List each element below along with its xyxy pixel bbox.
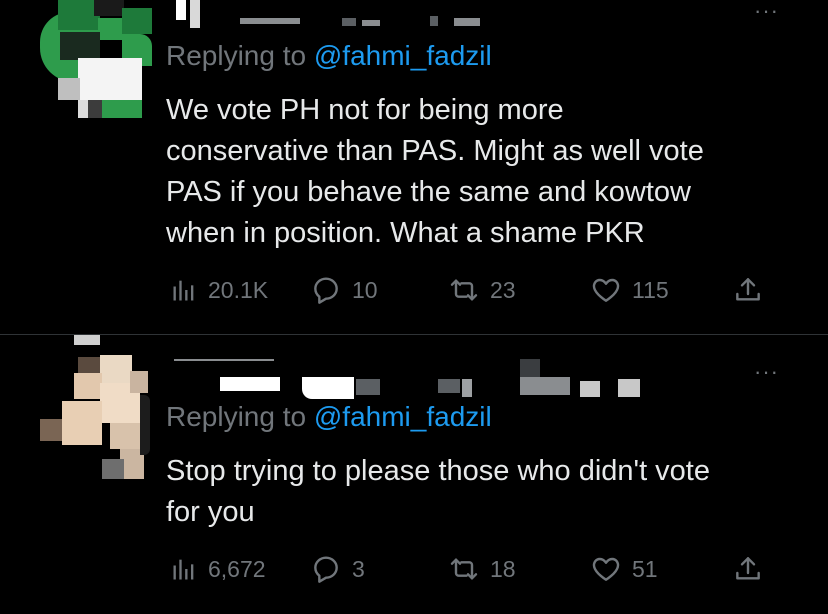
tweet-actions: 20.1K 10 23 115: [166, 270, 786, 310]
share-icon: [736, 557, 760, 580]
share-button[interactable]: [732, 270, 764, 310]
retweet-count: 18: [490, 555, 516, 582]
tweet-text-line: when in position. What a shame PKR: [166, 217, 645, 249]
like-count: 51: [632, 555, 658, 582]
views-icon: [173, 559, 194, 580]
avatar[interactable]: [40, 335, 150, 479]
replying-to: Replying to @fahmi_fadzil: [166, 401, 492, 433]
retweet-count: 23: [490, 276, 516, 303]
tweet-text-line: We vote PH not for being more: [166, 94, 564, 126]
retweet-icon: [450, 558, 478, 580]
tweet-text-line: Stop trying to please those who didn't v…: [166, 455, 710, 487]
views-icon: [173, 280, 194, 301]
avatar[interactable]: [38, 0, 152, 118]
replying-to-handle-link[interactable]: @fahmi_fadzil: [314, 40, 492, 71]
tweet-text: We vote PH not for being more conservati…: [166, 90, 806, 254]
retweet-icon: [450, 279, 478, 301]
like-button[interactable]: 115: [590, 270, 669, 310]
more-options-icon[interactable]: ···: [754, 0, 779, 22]
like-count: 115: [632, 276, 669, 303]
tweet-text-line: for you: [166, 496, 255, 528]
reply-count: 10: [352, 276, 378, 303]
tweet-text-line: conservative than PAS. Might as well vot…: [166, 135, 704, 167]
views-button[interactable]: 20.1K: [170, 270, 268, 310]
reply-bubble-icon: [314, 277, 338, 304]
views-count: 20.1K: [208, 276, 269, 303]
tweet-text: Stop trying to please those who didn't v…: [166, 451, 806, 533]
tweet[interactable]: ··· Replying to @fahmi_fadzil Stop tryin…: [0, 335, 828, 614]
reply-count: 3: [352, 555, 365, 582]
replying-to-label: Replying to: [166, 401, 307, 432]
reply-button[interactable]: 10: [310, 270, 378, 310]
share-button[interactable]: [732, 549, 764, 589]
replying-to: Replying to @fahmi_fadzil: [166, 40, 492, 72]
heart-icon: [592, 278, 620, 302]
replying-to-handle-link[interactable]: @fahmi_fadzil: [314, 401, 492, 432]
reply-button[interactable]: 3: [310, 549, 365, 589]
reply-bubble-icon: [314, 556, 338, 583]
views-button[interactable]: 6,672: [170, 549, 266, 589]
retweet-button[interactable]: 23: [448, 270, 516, 310]
heart-icon: [592, 557, 620, 581]
retweet-button[interactable]: 18: [448, 549, 516, 589]
tweet-actions: 6,672 3 18 51: [166, 549, 786, 589]
author-name-redacted[interactable]: [170, 359, 650, 403]
replying-to-label: Replying to: [166, 40, 307, 71]
more-options-icon[interactable]: ···: [754, 361, 779, 383]
like-button[interactable]: 51: [590, 549, 658, 589]
share-icon: [736, 278, 760, 301]
tweet-text-line: PAS if you behave the same and kowtow: [166, 176, 691, 208]
author-name-redacted[interactable]: [176, 0, 486, 30]
tweet[interactable]: ··· Replying to @fahmi_fadzil We vote PH…: [0, 0, 828, 335]
views-count: 6,672: [208, 555, 266, 582]
